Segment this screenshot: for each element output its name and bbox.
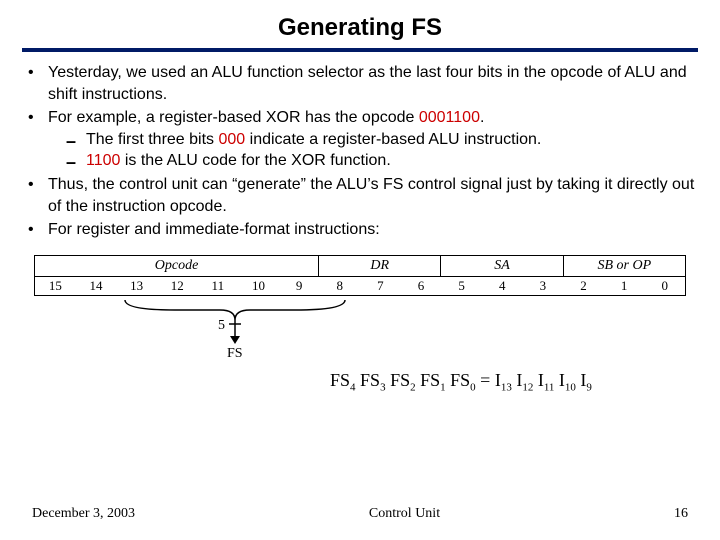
bit-2: 2 xyxy=(563,276,604,295)
bullet-3: Thus, the control unit can “generate” th… xyxy=(26,174,698,217)
bit-1: 1 xyxy=(604,276,645,295)
bit-9: 9 xyxy=(279,276,320,295)
sub-bullet-list: The first three bits 000 indicate a regi… xyxy=(48,129,698,172)
bit-14: 14 xyxy=(76,276,117,295)
eq-r1s: 12 xyxy=(522,382,533,394)
sub-a-post: indicate a register-based ALU instructio… xyxy=(245,131,541,148)
fs-equation: FS4 FS3 FS2 FS1 FS0 = I13 I12 I11 I10 I9 xyxy=(330,370,592,394)
footer-date: December 3, 2003 xyxy=(32,506,135,522)
eq-r0s: 13 xyxy=(501,382,512,394)
footer-page: 16 xyxy=(674,506,688,522)
eq-mid: = xyxy=(476,370,495,390)
bit-12: 12 xyxy=(157,276,198,295)
bullet-2-pre: For example, a register-based XOR has th… xyxy=(48,109,419,126)
bit-6: 6 xyxy=(401,276,442,295)
bit-8: 8 xyxy=(319,276,360,295)
bullet-1: Yesterday, we used an ALU function selec… xyxy=(26,62,698,105)
bit-3: 3 xyxy=(523,276,564,295)
bit-10: 10 xyxy=(238,276,279,295)
eq-l4: FS xyxy=(446,370,471,390)
field-opcode: Opcode xyxy=(35,256,319,276)
bullet-2-post: . xyxy=(480,109,484,126)
field-dr: DR xyxy=(319,256,441,276)
bit-0: 0 xyxy=(644,276,685,295)
eq-r4s: 9 xyxy=(586,382,592,394)
eq-l0: FS xyxy=(330,370,350,390)
sub-bullet-a: The first three bits 000 indicate a regi… xyxy=(66,129,698,151)
eq-r3: I xyxy=(554,370,565,390)
sub-a-pre: The first three bits xyxy=(86,131,219,148)
brace-count: 5 xyxy=(218,318,225,334)
brace-label: FS xyxy=(227,346,243,362)
sub-bullet-b: 1100 is the ALU code for the XOR functio… xyxy=(66,150,698,172)
bit-11: 11 xyxy=(198,276,239,295)
brace-area: 5 FS xyxy=(22,298,698,362)
slide-title: Generating FS xyxy=(22,14,698,42)
bullet-1-text: Yesterday, we used an ALU function selec… xyxy=(48,64,687,103)
footer-center: Control Unit xyxy=(369,506,440,522)
eq-l1: FS xyxy=(356,370,381,390)
slide-footer: December 3, 2003 Control Unit 16 xyxy=(0,506,720,522)
bullet-2-code: 0001100 xyxy=(419,109,480,126)
sub-b-post: is the ALU code for the XOR function. xyxy=(120,152,390,169)
bullet-list: Yesterday, we used an ALU function selec… xyxy=(22,62,698,241)
field-row: Opcode DR SA SB or OP xyxy=(35,256,685,276)
slide: Generating FS Yesterday, we used an ALU … xyxy=(0,0,720,540)
eq-l3: FS xyxy=(416,370,441,390)
field-sb: SB or OP xyxy=(564,256,685,276)
bullet-2: For example, a register-based XOR has th… xyxy=(26,107,698,172)
title-rule xyxy=(22,48,698,52)
eq-r1: I xyxy=(512,370,523,390)
bullet-4: For register and immediate-format instru… xyxy=(26,219,698,241)
sub-b-code: 1100 xyxy=(86,152,120,169)
bit-13: 13 xyxy=(116,276,157,295)
bit-4: 4 xyxy=(482,276,523,295)
eq-r2: I xyxy=(533,370,544,390)
bullet-4-text: For register and immediate-format instru… xyxy=(48,221,380,238)
bit-row: 15 14 13 12 11 10 9 8 7 6 5 4 3 2 1 0 xyxy=(35,276,685,295)
eq-r2s: 11 xyxy=(544,382,555,394)
sub-a-code: 000 xyxy=(219,131,246,148)
bit-7: 7 xyxy=(360,276,401,295)
eq-r3s: 10 xyxy=(565,382,576,394)
instruction-format-table: Opcode DR SA SB or OP 15 14 13 12 11 10 … xyxy=(34,255,686,296)
eq-l2: FS xyxy=(386,370,411,390)
eq-r4: I xyxy=(576,370,587,390)
bullet-3-text: Thus, the control unit can “generate” th… xyxy=(48,176,694,215)
field-sa: SA xyxy=(441,256,563,276)
bit-15: 15 xyxy=(35,276,76,295)
bit-5: 5 xyxy=(441,276,482,295)
